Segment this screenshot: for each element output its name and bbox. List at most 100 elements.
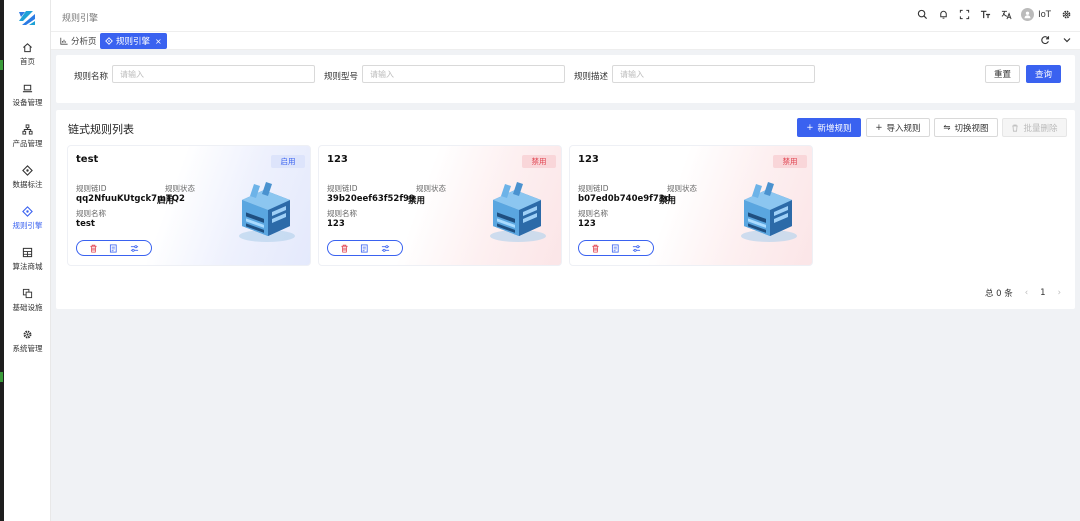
add-rule-button[interactable]: + 新增规则 <box>797 118 861 137</box>
edit-icon[interactable] <box>109 243 119 253</box>
delete-icon[interactable] <box>339 243 349 253</box>
close-icon[interactable]: × <box>155 37 162 46</box>
home-icon <box>23 43 32 53</box>
sidebar-item-label: 数据标注 <box>12 180 43 189</box>
batch-delete-button[interactable]: 批量删除 <box>1002 118 1067 137</box>
edit-icon[interactable] <box>611 243 621 253</box>
settings-icon[interactable] <box>1060 9 1072 21</box>
chart-icon <box>60 37 68 45</box>
card-title: 123 <box>327 154 348 165</box>
import-rule-button[interactable]: + 导入规则 <box>866 118 930 137</box>
fullscreen-icon[interactable] <box>958 9 970 21</box>
tab-bar: 分析页 规则引擎 × <box>51 32 1080 50</box>
edge-marker <box>0 372 3 382</box>
status-value: 禁用 <box>408 196 426 206</box>
page-number[interactable]: 1 <box>1040 288 1045 298</box>
pagination: 总 0 条 ‹ 1 › <box>985 287 1061 299</box>
rule-name-value: 123 <box>327 219 345 229</box>
sidebar-item-label: 规则引擎 <box>12 221 43 230</box>
chain-id-label: 规则链ID <box>578 184 609 193</box>
reset-button[interactable]: 重置 <box>985 65 1020 83</box>
rule-name-input[interactable]: 请输入 <box>112 65 315 83</box>
card-actions <box>327 240 403 256</box>
edge-marker <box>0 60 3 70</box>
sidebar-item-devices[interactable]: 设备管理 <box>4 75 51 116</box>
sidebar-item-label: 系统管理 <box>12 344 43 353</box>
card-title: test <box>76 154 99 165</box>
chain-id-label: 规则链ID <box>327 184 358 193</box>
search-icon[interactable] <box>916 9 928 21</box>
laptop-icon <box>22 84 33 93</box>
query-button[interactable]: 查询 <box>1026 65 1061 83</box>
app-logo[interactable] <box>17 8 37 28</box>
chain-id-label: 规则链ID <box>76 184 107 193</box>
edit-icon[interactable] <box>360 243 370 253</box>
status-label: 规则状态 <box>165 184 195 193</box>
sidebar: 首页 设备管理 产品管理 数据标注 规则引擎 算法商城 基础设施 系统管理 <box>4 0 51 521</box>
sidebar-item-system[interactable]: 系统管理 <box>4 321 51 362</box>
switch-view-button[interactable]: ⇋ 切换视图 <box>934 118 998 137</box>
plus-icon: + <box>875 122 883 133</box>
status-badge: 禁用 <box>522 155 556 168</box>
sidebar-item-label: 算法商城 <box>12 262 43 271</box>
user-name: IoT <box>1038 9 1051 20</box>
status-label: 规则状态 <box>416 184 446 193</box>
rule-card[interactable]: 123 禁用 规则链ID 规则状态 39b20eef63f52f99 禁用 规则… <box>318 145 562 266</box>
rule-desc-label: 规则描述 <box>574 72 609 82</box>
sidebar-item-home[interactable]: 首页 <box>4 34 51 75</box>
chevron-down-icon[interactable] <box>1062 35 1072 45</box>
swap-icon: ⇋ <box>943 122 951 133</box>
sidebar-item-label: 设备管理 <box>12 98 43 107</box>
batch-delete-label: 批量删除 <box>1023 123 1058 134</box>
card-actions <box>578 240 654 256</box>
rule-list-panel: 链式规则列表 + 新增规则 + 导入规则 ⇋ 切换视图 批量删除 test 启用… <box>56 110 1075 309</box>
tag-icon <box>22 165 33 176</box>
server-illustration <box>490 182 546 242</box>
header-toolbar: IoT <box>916 8 1072 21</box>
sidebar-item-products[interactable]: 产品管理 <box>4 116 51 157</box>
sidebar-item-rule-engine[interactable]: 规则引擎 <box>4 198 51 239</box>
card-actions <box>76 240 152 256</box>
list-title: 链式规则列表 <box>68 123 134 136</box>
rule-name-label: 规则名称 <box>578 209 608 218</box>
translate-icon[interactable] <box>1000 9 1012 21</box>
sidebar-item-label: 首页 <box>20 57 35 66</box>
delete-icon[interactable] <box>590 243 600 253</box>
refresh-icon[interactable] <box>1040 35 1050 45</box>
user-menu[interactable]: IoT <box>1021 8 1051 21</box>
configure-icon[interactable] <box>381 243 391 253</box>
chain-id-value: 39b20eef63f52f99 <box>327 194 415 204</box>
server-illustration <box>239 182 295 242</box>
sidebar-item-infrastructure[interactable]: 基础设施 <box>4 280 51 321</box>
rule-model-input[interactable]: 请输入 <box>362 65 565 83</box>
rule-engine-icon <box>22 206 33 217</box>
status-label: 规则状态 <box>667 184 697 193</box>
gear-icon <box>23 330 32 339</box>
rule-desc-input[interactable]: 请输入 <box>612 65 815 83</box>
delete-icon[interactable] <box>88 243 98 253</box>
avatar <box>1021 8 1035 21</box>
bell-icon[interactable] <box>937 9 949 21</box>
font-size-icon[interactable] <box>979 9 991 21</box>
grid-store-icon <box>22 247 33 258</box>
rule-card[interactable]: test 启用 规则链ID 规则状态 qq2NfuuKUtgck7mTQ2 启用… <box>67 145 311 266</box>
status-badge: 禁用 <box>773 155 807 168</box>
import-rule-label: 导入规则 <box>886 123 921 134</box>
sidebar-item-label: 基础设施 <box>12 303 43 312</box>
chevron-right-icon[interactable]: › <box>1058 288 1061 298</box>
sidebar-item-algorithm-store[interactable]: 算法商城 <box>4 239 51 280</box>
rule-card[interactable]: 123 禁用 规则链ID 规则状态 b07ed0b740e9f73d 禁用 规则… <box>569 145 813 266</box>
status-value: 禁用 <box>659 196 677 206</box>
status-badge: 启用 <box>271 155 305 168</box>
sidebar-item-annotation[interactable]: 数据标注 <box>4 157 51 198</box>
tab-tools <box>1040 35 1072 45</box>
tab-rule-engine[interactable]: 规则引擎 × <box>100 33 167 49</box>
sidebar-item-label: 产品管理 <box>12 139 43 148</box>
configure-icon[interactable] <box>130 243 140 253</box>
tab-analysis[interactable]: 分析页 <box>55 33 102 49</box>
breadcrumb: 规则引擎 <box>62 14 99 24</box>
configure-icon[interactable] <box>632 243 642 253</box>
top-header: 规则引擎 IoT <box>51 0 1080 32</box>
chevron-left-icon[interactable]: ‹ <box>1025 288 1028 298</box>
switch-view-label: 切换视图 <box>954 123 989 134</box>
